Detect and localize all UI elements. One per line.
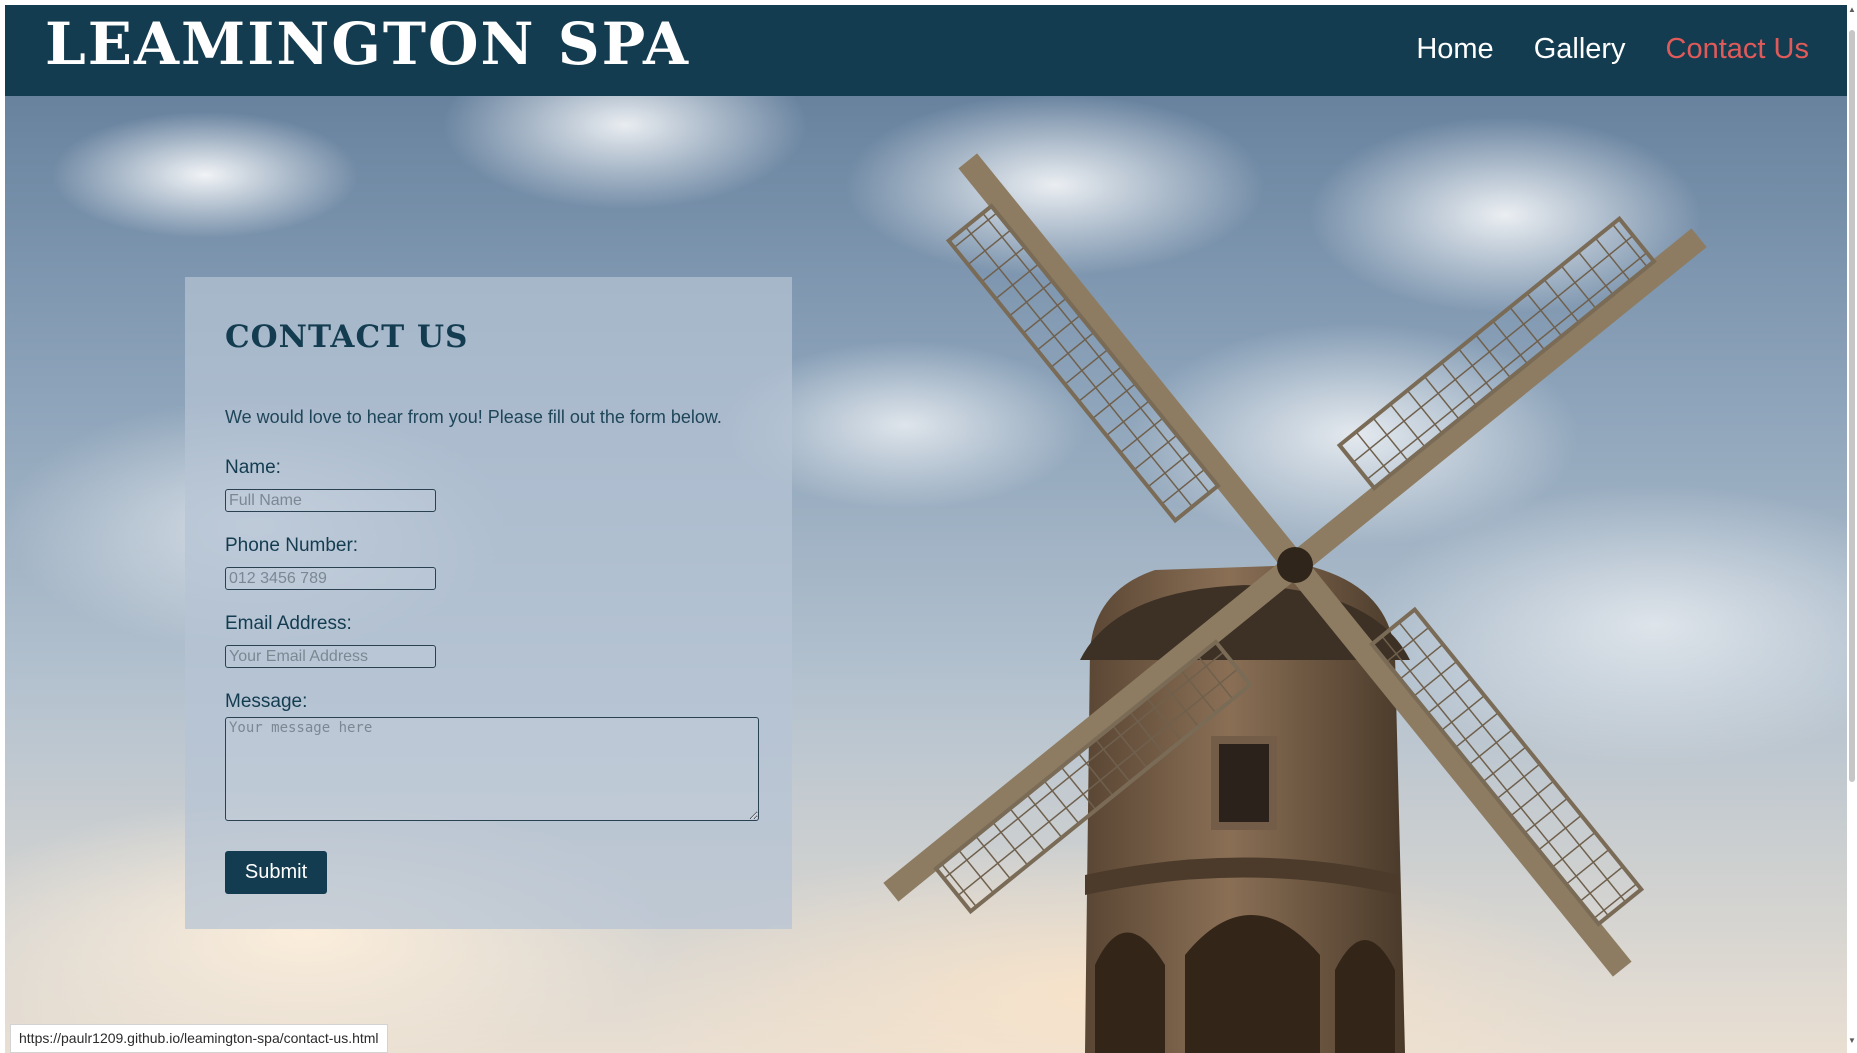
name-input[interactable] xyxy=(225,489,436,512)
submit-button[interactable]: Submit xyxy=(225,851,327,894)
contact-form: CONTACT US We would love to hear from yo… xyxy=(185,277,792,929)
email-input[interactable] xyxy=(225,645,436,668)
site-header: LEAMINGTON SPA Home Gallery Contact Us xyxy=(5,5,1847,96)
contact-intro-text: We would love to hear from you! Please f… xyxy=(225,407,722,427)
phone-input[interactable] xyxy=(225,567,436,590)
status-url-preview: https://paulr1209.github.io/leamington-s… xyxy=(10,1024,388,1053)
message-textarea[interactable] xyxy=(225,717,759,821)
phone-label: Phone Number: xyxy=(225,535,359,556)
contact-title: CONTACT US xyxy=(225,319,469,355)
main-nav: Home Gallery Contact Us xyxy=(1416,35,1809,64)
page-viewport: LEAMINGTON SPA Home Gallery Contact Us C… xyxy=(5,5,1847,1053)
nav-contact-us-link[interactable]: Contact Us xyxy=(1666,35,1809,64)
vertical-scrollbar[interactable]: ▲ ▼ xyxy=(1847,0,1857,1053)
nav-home-link[interactable]: Home xyxy=(1416,35,1493,64)
scroll-down-arrow-icon[interactable]: ▼ xyxy=(1848,1037,1856,1045)
scroll-up-arrow-icon[interactable]: ▲ xyxy=(1848,6,1856,14)
scrollbar-thumb[interactable] xyxy=(1849,30,1855,782)
nav-gallery-link[interactable]: Gallery xyxy=(1534,35,1626,64)
email-label: Email Address: xyxy=(225,613,352,634)
site-logo[interactable]: LEAMINGTON SPA xyxy=(45,15,690,73)
message-label: Message: xyxy=(225,691,308,712)
name-label: Name: xyxy=(225,457,281,478)
